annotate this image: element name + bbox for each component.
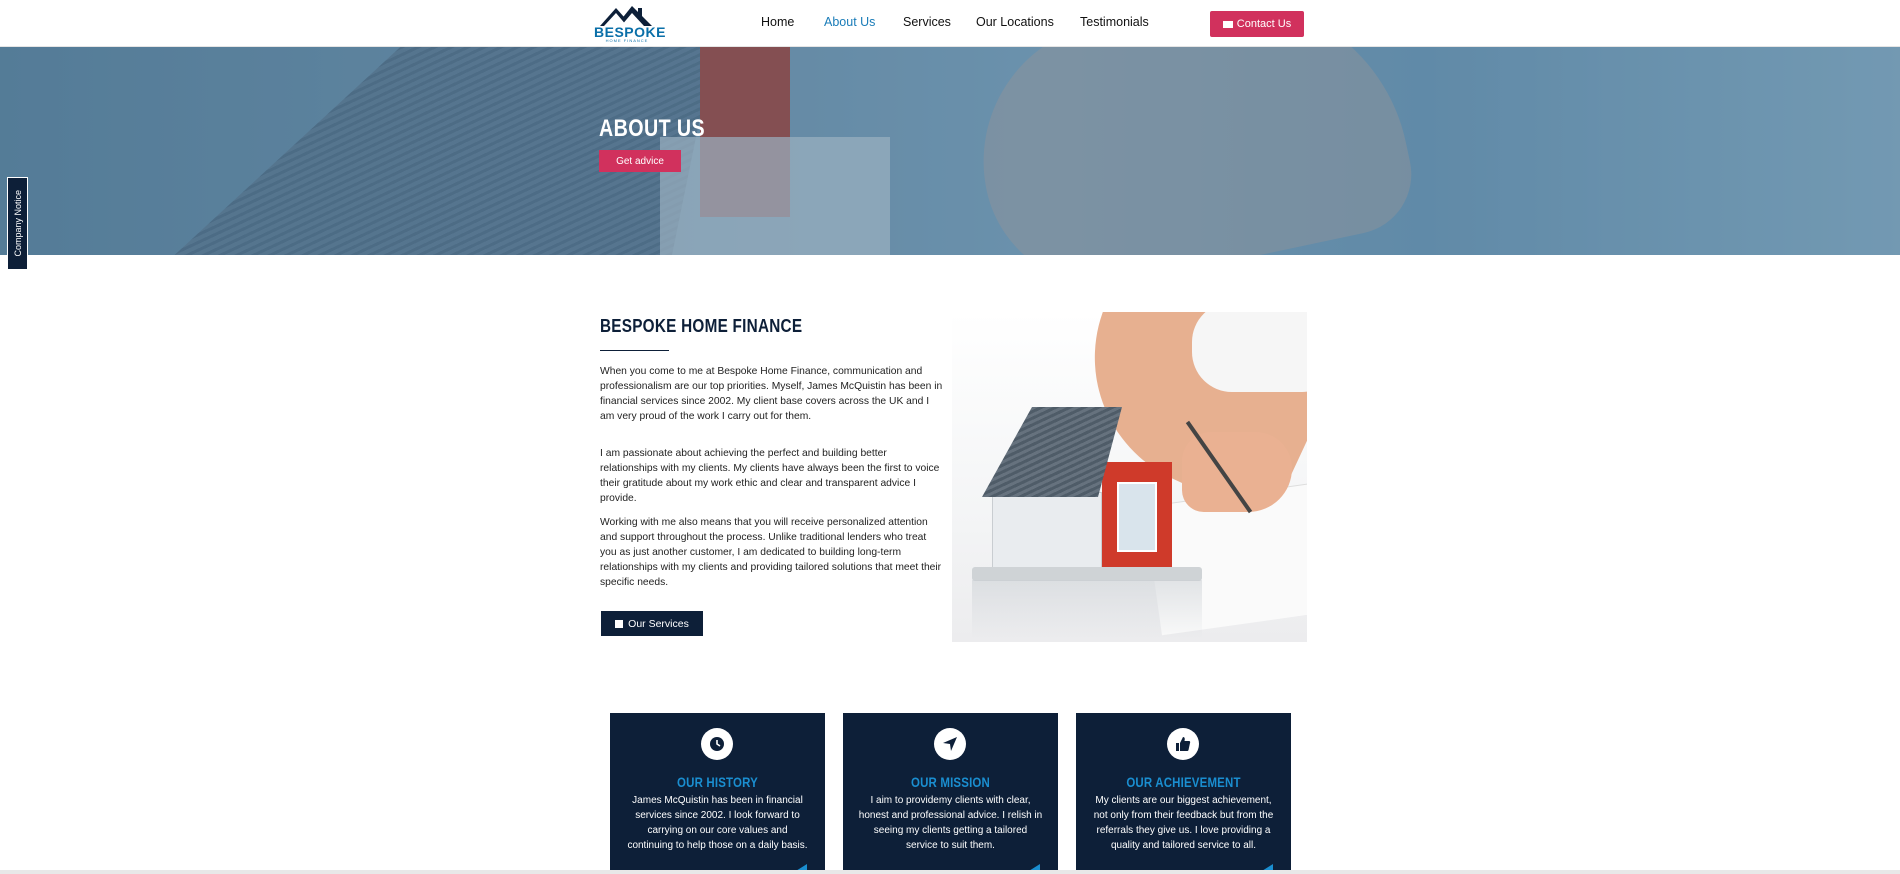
card-title: OUR ACHIEVEMENT [1126,774,1241,790]
photo-house-base [972,567,1202,581]
location-arrow-icon [934,728,966,760]
clock-icon [701,728,733,760]
hero-overlay [0,47,1900,255]
about-paragraph-3: Working with me also means that you will… [600,517,942,588]
photo-sleeve [1192,312,1307,392]
nav-testimonials[interactable]: Testimonials [1080,15,1149,29]
envelope-icon [1222,20,1233,28]
company-notice-tab[interactable]: Company Notice [7,177,28,270]
card-text: I aim to providemy clients with clear, h… [858,795,1043,851]
about-heading: BESPOKE HOME FINANCE [600,316,803,336]
card-text: My clients are our biggest achievement, … [1093,795,1274,851]
page-bottom-border [0,870,1900,874]
card-our-achievement: OUR ACHIEVEMENT My clients are our bigge… [1076,713,1291,874]
nav-our-locations[interactable]: Our Locations [976,15,1054,29]
company-notice-label: Company Notice [12,190,23,257]
nav-home[interactable]: Home [761,15,794,29]
card-text: James McQuistin has been in financial se… [627,795,808,851]
about-paragraph-2: I am passionate about achieving the perf… [600,448,940,504]
card-our-history: OUR HISTORY James McQuistin has been in … [610,713,825,874]
logo-subtext: HOME FINANCE [605,38,649,43]
card-our-mission: OUR MISSION I aim to providemy clients w… [843,713,1058,874]
our-services-label: Our Services [628,617,689,630]
site-header: BESPOKE HOME FINANCE Home About Us Servi… [0,0,1900,47]
contact-us-button[interactable]: Contact Us [1210,11,1304,37]
nav-about-us[interactable]: About Us [824,15,875,29]
page-title: ABOUT US [599,115,706,142]
calendar-icon [615,619,624,628]
photo-hand [1182,432,1292,512]
heading-divider [600,350,669,351]
about-paragraph-1: When you come to me at Bespoke Home Fina… [600,366,943,422]
card-title: OUR MISSION [910,774,990,790]
about-photo [952,312,1307,642]
photo-house-window [1117,482,1157,552]
contact-us-label: Contact Us [1236,18,1292,30]
get-advice-button[interactable]: Get advice [599,150,681,172]
card-title: OUR HISTORY [677,774,758,790]
nav-services[interactable]: Services [903,15,951,29]
photo-house-body [992,492,1102,572]
our-services-button[interactable]: Our Services [601,611,703,636]
photo-reflection [972,580,1202,640]
hero-banner: ABOUT US Get advice [0,47,1900,255]
thumbs-up-icon [1167,728,1199,760]
